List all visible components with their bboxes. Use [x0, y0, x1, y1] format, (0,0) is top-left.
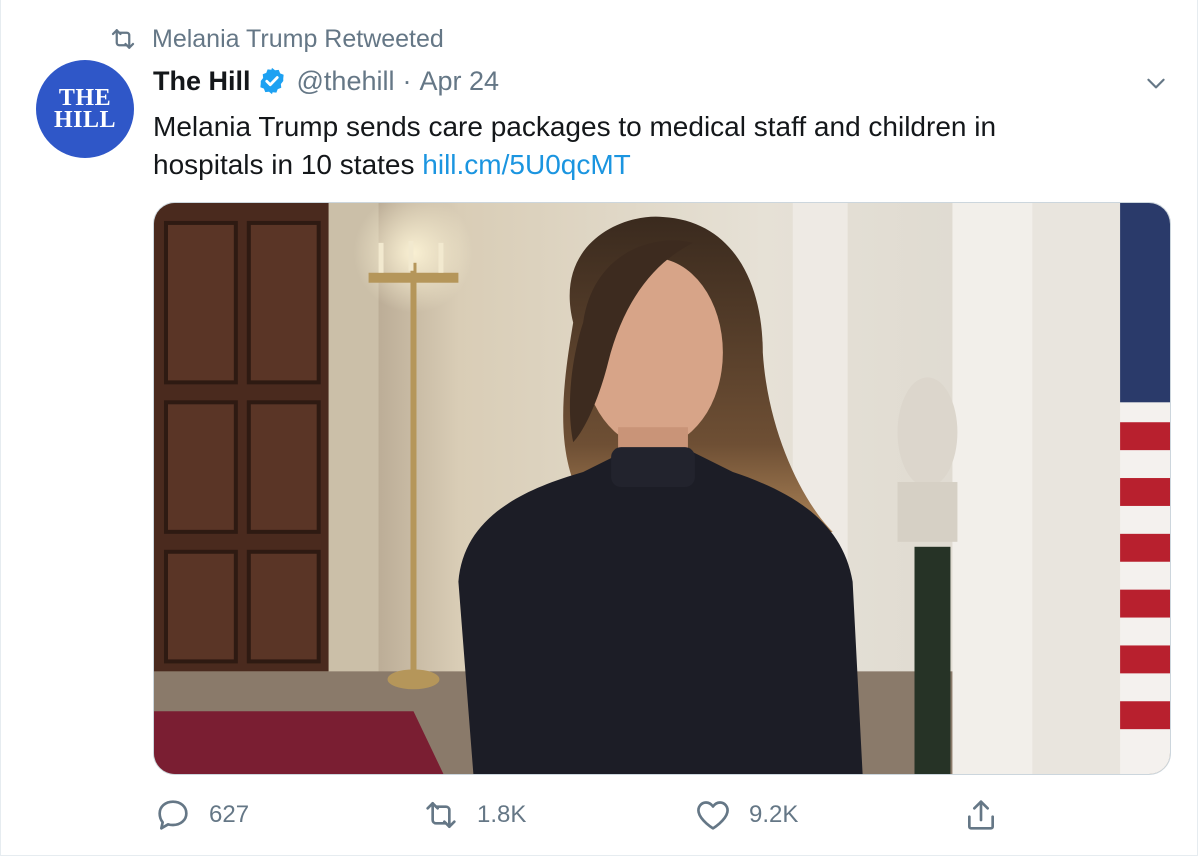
like-button[interactable]: 9.2K: [693, 793, 798, 837]
tweet-actions: 627 1.8K 9.2K: [153, 793, 1013, 837]
retweet-count: 1.8K: [477, 801, 527, 828]
retweet-icon: [108, 24, 138, 54]
avatar-logo-line2: HILL: [53, 107, 117, 133]
tweet-text-line2: hospitals in 10 states: [153, 149, 423, 180]
heart-icon: [693, 795, 733, 835]
separator-dot: ·: [402, 65, 412, 96]
retweet-button[interactable]: 1.8K: [421, 793, 526, 837]
tweet-text: Melania Trump sends care packages to med…: [153, 108, 1143, 184]
avatar-logo-line1: THE: [58, 85, 112, 111]
tweet-date[interactable]: Apr 24: [419, 66, 499, 97]
like-count: 9.2K: [749, 801, 799, 828]
retweet-icon: [421, 795, 461, 835]
retweet-context-label: Melania Trump Retweeted: [152, 24, 444, 53]
retweet-context[interactable]: Melania Trump Retweeted: [108, 24, 444, 54]
avatar[interactable]: THE HILL: [36, 60, 134, 158]
reply-button[interactable]: 627: [153, 793, 249, 837]
chevron-down-icon[interactable]: [1141, 68, 1171, 98]
tweet-card[interactable]: Melania Trump Retweeted THE HILL The Hil…: [0, 0, 1198, 856]
reply-icon: [153, 795, 193, 835]
share-icon: [961, 795, 1001, 835]
reply-count: 627: [209, 801, 250, 828]
video-thumbnail[interactable]: [153, 202, 1171, 775]
tweet-header: The Hill @thehill · Apr 24: [153, 62, 499, 100]
tweet-link[interactable]: hill.cm/5U0qcMT: [422, 149, 630, 180]
tweet-text-line1: Melania Trump sends care packages to med…: [153, 111, 997, 142]
verified-badge-icon: [257, 66, 287, 96]
handle[interactable]: @thehill: [297, 66, 395, 97]
display-name[interactable]: The Hill: [153, 66, 251, 97]
share-button[interactable]: [961, 793, 1017, 837]
